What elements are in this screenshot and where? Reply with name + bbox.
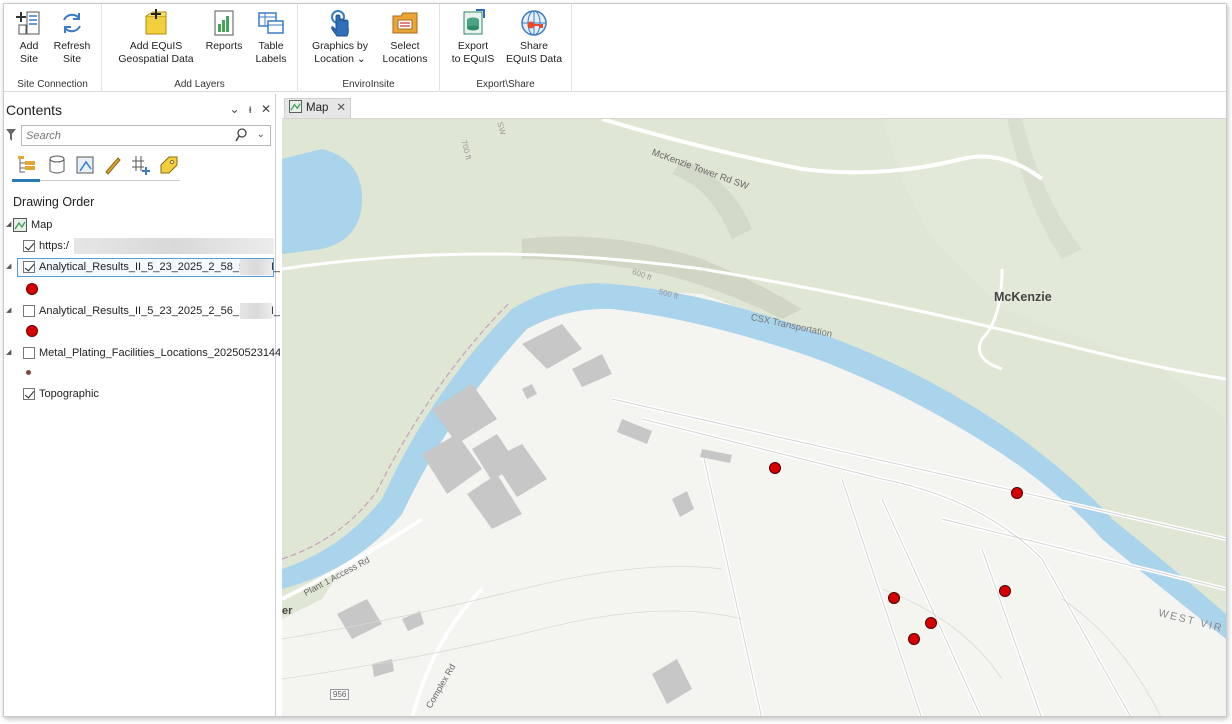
collapse-arrow-icon[interactable]: ◢ — [6, 216, 11, 234]
active-view-indicator — [12, 179, 40, 182]
tree-row-map[interactable]: ◢ Map — [4, 216, 276, 234]
group-add-layers: Add EQuIS Geospatial Data Reports Table … — [102, 4, 298, 92]
visibility-checkbox[interactable] — [23, 388, 35, 400]
group-label-export-share: Export\Share — [476, 79, 535, 90]
redacted-suffix — [240, 259, 272, 275]
collapse-arrow-icon[interactable]: ◢ — [6, 302, 11, 320]
contents-title: Contents — [6, 102, 63, 118]
sample-point[interactable] — [999, 585, 1011, 597]
visibility-checkbox[interactable] — [23, 347, 35, 359]
map-label-partial: er — [282, 605, 293, 617]
table-labels-label: Table Labels — [255, 40, 287, 65]
share-equis-data-button[interactable]: Share EQuIS Data — [506, 8, 562, 66]
select-locations-label: Select Locations — [382, 40, 428, 65]
group-export-share: Export to EQuIS Share EQuIS Data Export\… — [440, 4, 572, 92]
export-to-equis-button[interactable]: Export to EQuIS — [450, 8, 496, 66]
search-box: ⌄ — [21, 125, 271, 146]
visibility-checkbox[interactable] — [23, 240, 35, 252]
close-tab-icon[interactable]: ✕ — [336, 102, 346, 114]
collapse-arrow-icon[interactable]: ◢ — [6, 258, 11, 276]
tree-row-analytical-results-1[interactable]: ◢ Analytical_Results_II_5_23_2025_2_58_5… — [4, 258, 280, 278]
pointer-hand-icon — [331, 10, 349, 37]
map-label: Map — [31, 219, 53, 231]
sample-point[interactable] — [925, 617, 937, 629]
topographic-label: Topographic — [39, 388, 99, 400]
drawing-order-heading: Drawing Order — [13, 195, 95, 209]
filter-icon[interactable] — [6, 129, 16, 141]
map-canvas[interactable]: McKenzie McKenzie Tower Rd SW CSX Transp… — [282, 118, 1226, 716]
table-labels-button[interactable]: Table Labels — [252, 8, 290, 66]
graphics-by-location-label: Graphics by Location ⌄ — [311, 40, 369, 65]
add-site-button[interactable]: Add Site — [11, 8, 47, 66]
sample-point[interactable] — [888, 592, 900, 604]
list-by-source-icon[interactable] — [46, 154, 68, 176]
layer1-symbol-icon — [26, 283, 38, 295]
layer2-symbol-icon — [26, 325, 38, 337]
map-icon — [13, 218, 27, 232]
list-by-selection-icon[interactable] — [74, 154, 96, 176]
ribbon: Add Site Refresh Site Site Connection Ad… — [4, 4, 1226, 92]
group-enviroinsite: Graphics by Location ⌄ Select Locations … — [298, 4, 440, 92]
export-icon — [463, 9, 485, 35]
tab-map[interactable]: Map ✕ — [284, 98, 352, 118]
metal-plating-label: Metal_Plating_Facilities_Locations_20250… — [39, 347, 300, 359]
basemap — [282, 119, 1226, 716]
search-input[interactable] — [22, 126, 222, 145]
refresh-site-button[interactable]: Refresh Site — [52, 8, 92, 66]
map-pane: Map ✕ McKenzie McKenzie Tower Rd SW CSX … — [280, 94, 1226, 716]
select-locations-icon — [392, 12, 418, 34]
add-data-icon — [145, 9, 167, 35]
pane-options-chevron-icon[interactable]: ⌄ — [230, 102, 240, 116]
share-equis-data-label: Share EQuIS Data — [506, 40, 563, 65]
tree-row-analytical-results-2[interactable]: ◢ Analytical_Results_II_5_23_2025_2_56_1… — [4, 302, 280, 320]
map-tab-label: Map — [306, 102, 329, 114]
reports-label: Reports — [205, 40, 243, 52]
add-equis-label: Add EQuIS Geospatial Data — [118, 40, 194, 65]
group-label-enviroinsite: EnviroInsite — [342, 79, 395, 90]
add-site-icon — [16, 11, 40, 35]
group-label-add-layers: Add Layers — [174, 79, 225, 90]
service-layer-label: https:/ — [39, 240, 69, 252]
redacted-suffix — [240, 303, 272, 319]
add-site-label: Add Site — [19, 40, 39, 65]
list-by-snapping-icon[interactable] — [130, 154, 152, 176]
pin-icon[interactable]: ᵻ — [249, 102, 252, 116]
visibility-checkbox[interactable] — [23, 261, 35, 273]
share-icon — [521, 10, 547, 36]
refresh-icon — [63, 13, 81, 33]
map-icon — [289, 100, 302, 113]
redacted-url — [74, 238, 274, 254]
tree-row-metal-plating[interactable]: ◢ Metal_Plating_Facilities_Locations_202… — [4, 344, 300, 362]
sample-point[interactable] — [908, 633, 920, 645]
search-options-chevron-icon[interactable]: ⌄ — [257, 129, 265, 140]
route-shield: 956 — [330, 689, 350, 700]
group-site-connection: Add Site Refresh Site Site Connection — [4, 4, 102, 92]
map-label-mckenzie: McKenzie — [994, 290, 1052, 304]
layer3-symbol-icon — [26, 370, 31, 375]
list-by-labeling-icon[interactable] — [158, 154, 180, 176]
select-locations-button[interactable]: Select Locations — [380, 8, 430, 66]
reports-button[interactable]: Reports — [204, 8, 244, 53]
close-icon[interactable]: ✕ — [261, 102, 271, 116]
search-row: ⌄ — [4, 125, 276, 147]
refresh-site-label: Refresh Site — [53, 40, 91, 65]
tree-row-service-layer[interactable]: https:/ — [4, 237, 276, 255]
visibility-checkbox[interactable] — [23, 305, 35, 317]
pane-controls: ⌄ ᵻ ✕ — [224, 102, 271, 116]
reports-icon — [214, 10, 234, 36]
contents-pane: Contents ⌄ ᵻ ✕ ⌄ — [4, 94, 300, 716]
list-by-drawing-order-icon[interactable] — [16, 154, 38, 176]
search-icon[interactable] — [235, 128, 248, 143]
list-by-editing-icon[interactable] — [102, 154, 124, 176]
collapse-arrow-icon[interactable]: ◢ — [6, 344, 11, 362]
tree-row-topographic[interactable]: Topographic — [4, 385, 276, 403]
sample-point[interactable] — [769, 462, 781, 474]
app-window: Add Site Refresh Site Site Connection Ad… — [3, 3, 1227, 717]
add-equis-geospatial-data-button[interactable]: Add EQuIS Geospatial Data — [114, 8, 198, 66]
table-labels-icon — [258, 12, 284, 34]
group-label-site-connection: Site Connection — [17, 79, 88, 90]
sample-point[interactable] — [1011, 487, 1023, 499]
export-to-equis-label: Export to EQuIS — [451, 40, 495, 65]
graphics-by-location-button[interactable]: Graphics by Location ⌄ — [308, 8, 372, 66]
